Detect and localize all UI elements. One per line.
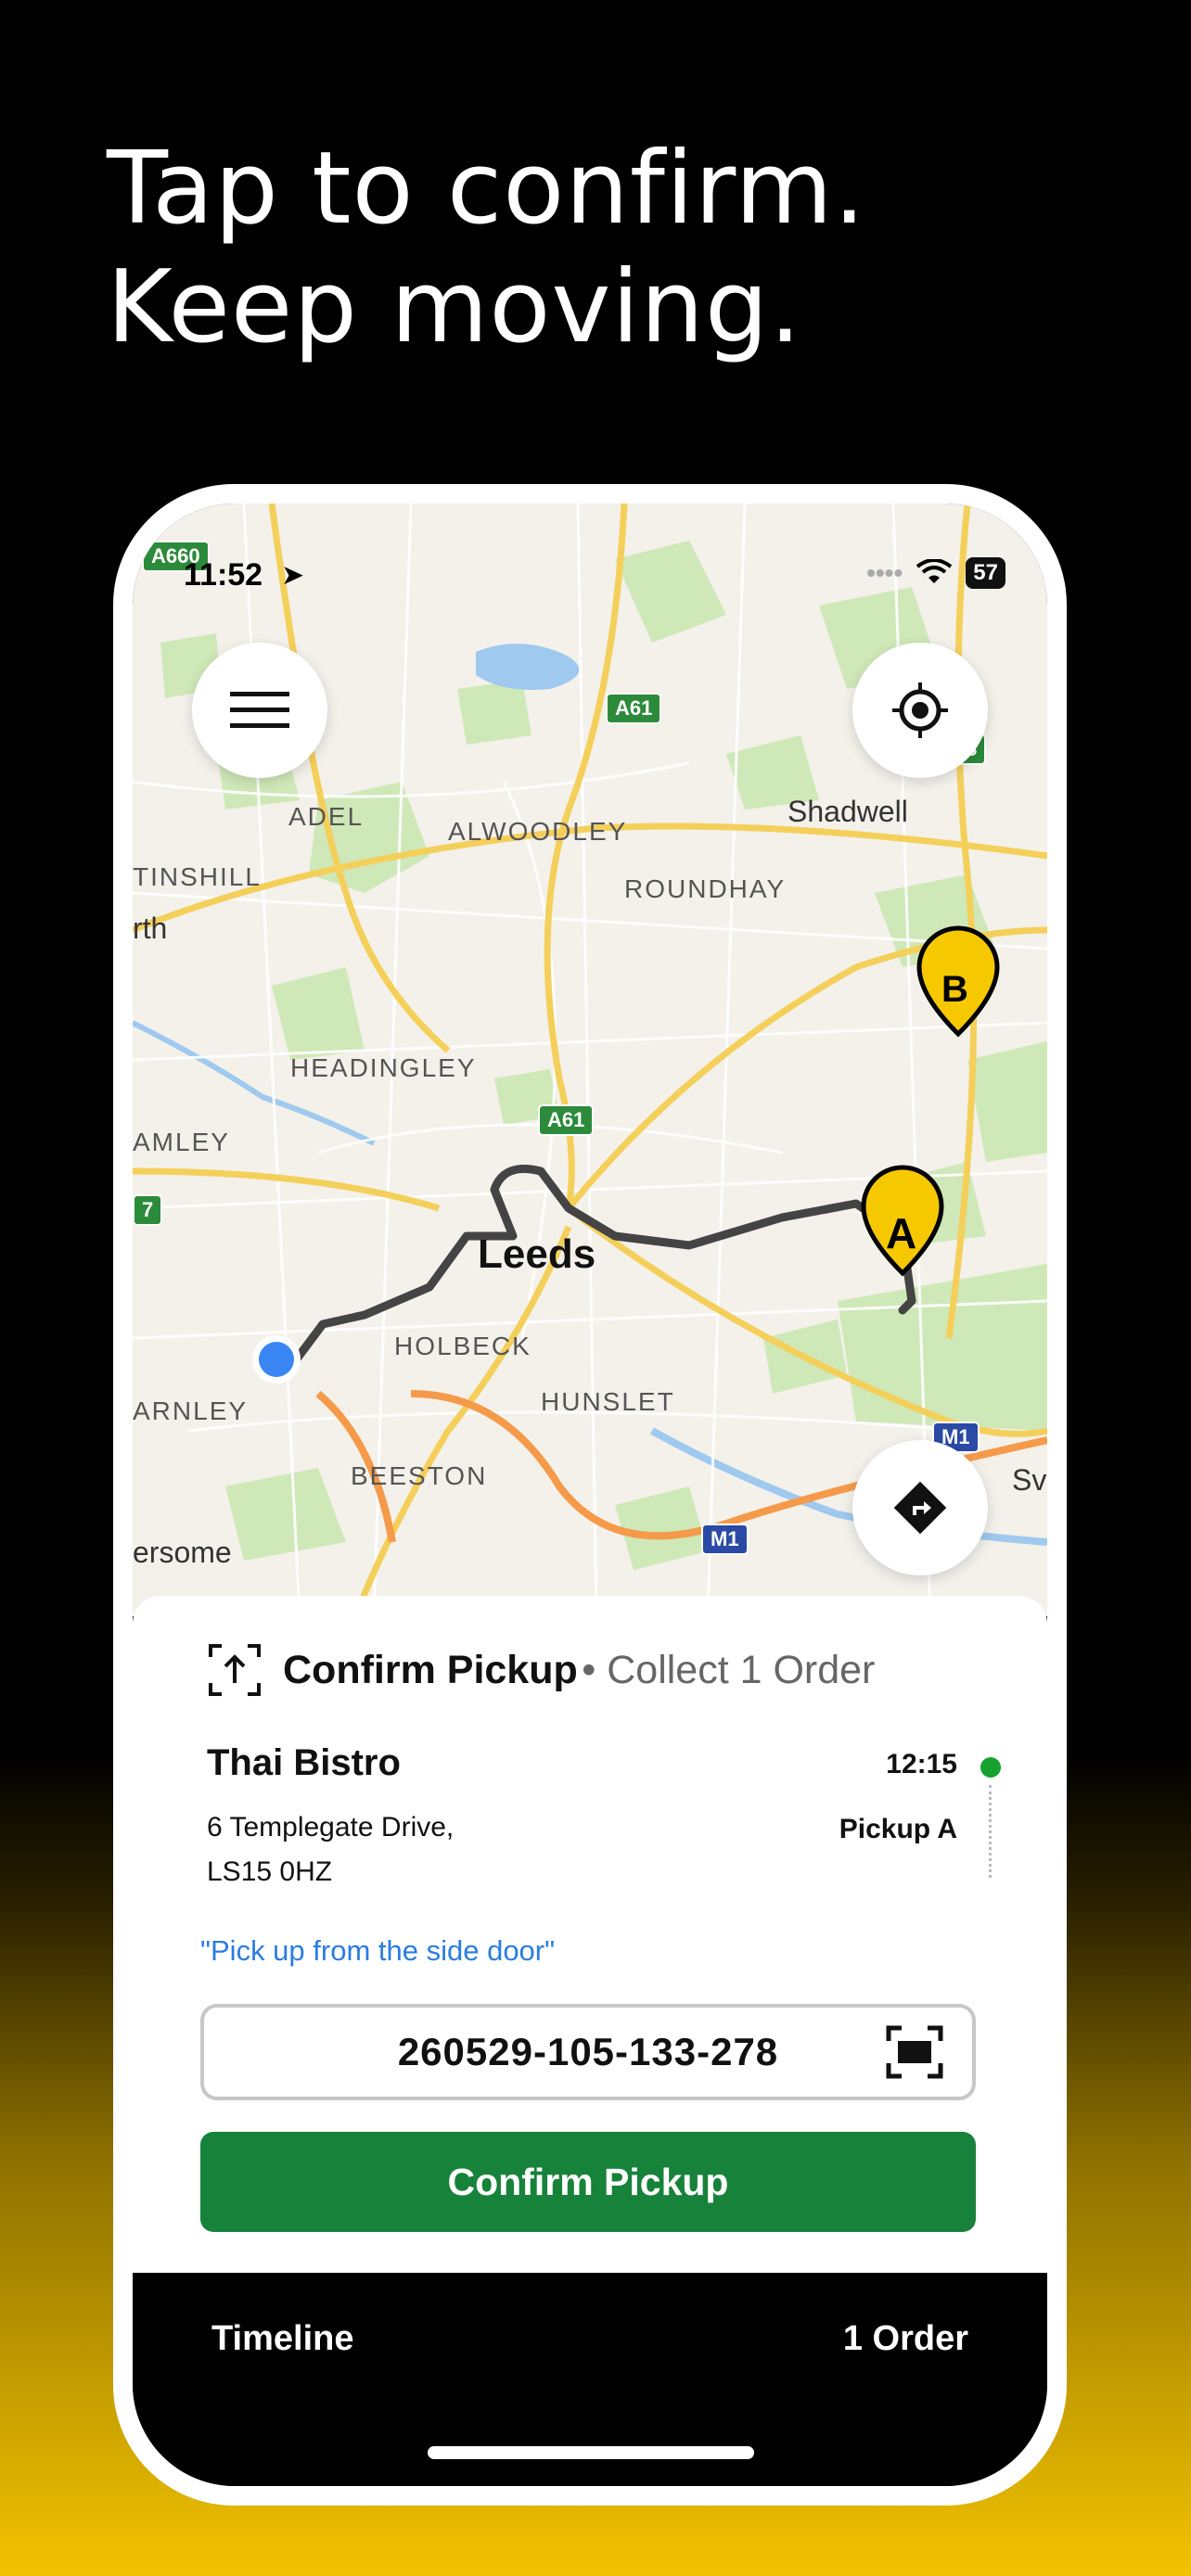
- headline: Tap to confirm. Keep moving.: [107, 130, 866, 367]
- signal-icon: ••••: [866, 558, 903, 587]
- order-code-field[interactable]: 260529-105-133-278: [200, 2004, 976, 2100]
- headline-line-1: Tap to confirm.: [107, 131, 866, 247]
- marker-b-label[interactable]: B: [941, 969, 968, 1011]
- hamburger-icon: [230, 692, 289, 728]
- map-label-holbeck: HOLBECK: [394, 1332, 531, 1360]
- map-label-beeston: BEESTON: [351, 1461, 488, 1490]
- order-code-value: 260529-105-133-278: [397, 2030, 779, 2073]
- pickup-upload-icon: [209, 1644, 261, 1696]
- orders-tab[interactable]: 1 Order: [843, 2319, 968, 2359]
- location-arrow-icon: ➤: [281, 560, 305, 591]
- map-label-arnley: ARNLEY: [133, 1396, 249, 1425]
- road-tag-a61: A61: [606, 693, 662, 724]
- pickup-label: Pickup A: [839, 1814, 957, 1844]
- timeline-tab[interactable]: Timeline: [211, 2319, 353, 2359]
- map-label-amley: AMLEY: [133, 1128, 230, 1156]
- pickup-time: 12:15: [886, 1749, 957, 1779]
- home-indicator[interactable]: [428, 2446, 754, 2459]
- battery-icon: 57: [966, 557, 1005, 589]
- wifi-icon: [916, 559, 953, 583]
- restaurant-name: Thai Bistro: [207, 1742, 401, 1783]
- directions-button[interactable]: [852, 1440, 988, 1575]
- sheet-title: Confirm Pickup: [283, 1647, 578, 1692]
- target-icon: [892, 682, 948, 738]
- status-bar: 11:52 ➤ •••• 57: [133, 557, 1047, 604]
- map-label-leeds: Leeds: [478, 1231, 596, 1277]
- headline-line-2: Keep moving.: [107, 249, 802, 365]
- status-dot: [980, 1757, 1001, 1778]
- map-label-hunslet: HUNSLET: [541, 1387, 675, 1416]
- road-tag-m1-bottom: M1: [701, 1524, 749, 1555]
- phone-frame: ADEL ALWOODLEY Shadwell TINSHILL rth ROU…: [113, 484, 1067, 2506]
- status-icons: •••• 57: [866, 557, 1005, 589]
- road-tag-a7: 7: [133, 1194, 163, 1226]
- phone-screen: ADEL ALWOODLEY Shadwell TINSHILL rth ROU…: [133, 504, 1047, 2486]
- pickup-sheet: Confirm Pickup • Collect 1 Order Thai Bi…: [133, 1596, 1047, 2273]
- sheet-header: Confirm Pickup • Collect 1 Order: [207, 1642, 875, 1698]
- pickup-note: "Pick up from the side door": [200, 1934, 556, 1967]
- map-label-sv: Sv: [1012, 1463, 1047, 1497]
- marker-a-label[interactable]: A: [886, 1208, 916, 1258]
- address-line-2: LS15 0HZ: [207, 1856, 333, 1887]
- status-time: 11:52: [184, 557, 263, 593]
- recenter-button[interactable]: [852, 643, 988, 778]
- map-label-roundhay: ROUNDHAY: [624, 874, 787, 903]
- scan-icon[interactable]: [885, 2024, 944, 2080]
- map-label-shadwell: Shadwell: [788, 795, 908, 828]
- restaurant-address: 6 Templegate Drive, LS15 0HZ: [207, 1805, 541, 1894]
- address-line-1: 6 Templegate Drive,: [207, 1812, 455, 1843]
- map-label-tinshill: TINSHILL: [133, 862, 262, 891]
- timeline-connector: [989, 1785, 992, 1878]
- map-label-rth: rth: [133, 912, 168, 945]
- directions-icon: [893, 1481, 947, 1535]
- map-label-adel: ADEL: [288, 802, 365, 831]
- road-tag-a61-mid: A61: [538, 1104, 595, 1136]
- map-label-headingley: HEADINGLEY: [290, 1053, 477, 1082]
- confirm-pickup-button[interactable]: Confirm Pickup: [200, 2132, 976, 2232]
- map-label-alwoodley: ALWOODLEY: [448, 817, 628, 846]
- sheet-subtitle: • Collect 1 Order: [582, 1647, 876, 1692]
- map-label-ersome: ersome: [133, 1536, 232, 1569]
- menu-button[interactable]: [192, 643, 327, 778]
